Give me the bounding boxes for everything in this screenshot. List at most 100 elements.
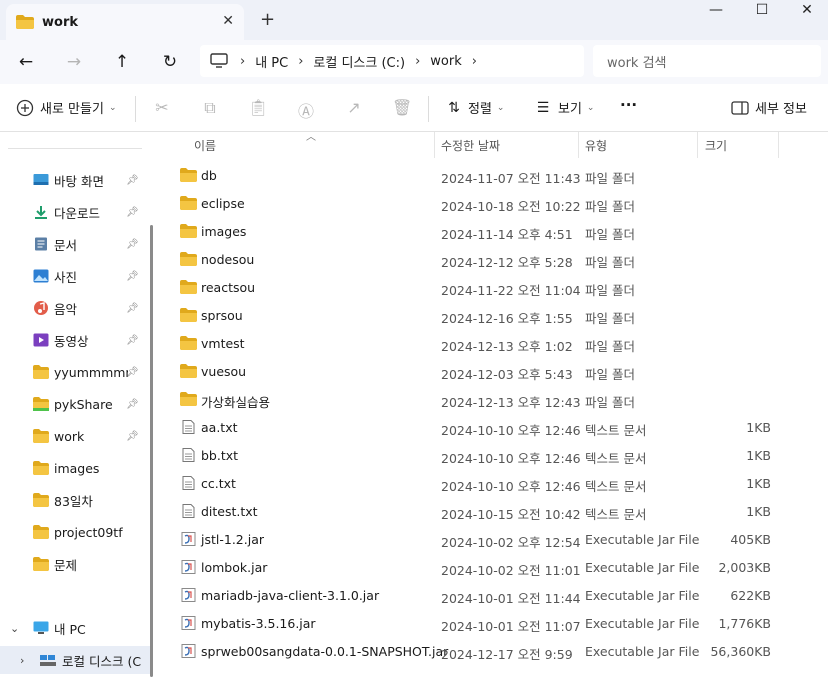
refresh-button[interactable]: ↻ [155, 49, 185, 75]
column-header-row: ︿ 이름 수정한 날짜 유형 크기 [160, 132, 828, 160]
file-row[interactable]: reactsou 2024-11-22 오전 11:04 파일 폴더 [160, 273, 828, 301]
pin-icon[interactable]: 📌︎ [126, 303, 139, 314]
paste-button[interactable]: 📋︎ [248, 98, 268, 117]
file-list: ︿ 이름 수정한 날짜 유형 크기 db 2024-11-07 오전 11:43 파… [160, 132, 828, 677]
address-bar[interactable]: › 내 PC › 로컬 디스크 (C:) › work › [200, 45, 584, 77]
sort-label: 정렬 [468, 102, 492, 117]
column-header-date[interactable]: 수정한 날짜 [441, 137, 500, 154]
close-window-button[interactable]: ✕ [784, 2, 828, 18]
file-row[interactable]: vmtest 2024-12-13 오후 1:02 파일 폴더 [160, 329, 828, 357]
pin-icon[interactable]: 📌︎ [126, 335, 139, 346]
tab-work[interactable]: work ✕ [6, 4, 244, 40]
new-button[interactable]: 새로 만들기 ⌄ [16, 98, 116, 117]
sidebar-item[interactable]: work 📌︎ [0, 422, 150, 450]
file-row[interactable]: db 2024-11-07 오전 11:43 파일 폴더 [160, 161, 828, 189]
details-pane-button[interactable]: 세부 정보 [731, 98, 807, 117]
file-row[interactable]: images 2024-11-14 오후 4:51 파일 폴더 [160, 217, 828, 245]
file-type: 파일 폴더 [585, 283, 635, 298]
column-header-size[interactable]: 크기 [705, 137, 727, 154]
sidebar-item[interactable]: project09tf [0, 518, 150, 546]
sidebar-item[interactable]: 다운로드 📌︎ [0, 198, 150, 226]
sidebar-item[interactable]: yyummmmmm📌︎ [0, 358, 150, 386]
column-divider[interactable] [778, 132, 779, 158]
sidebar-item[interactable]: 바탕 화면 📌︎ [0, 166, 150, 194]
maximize-button[interactable]: ☐ [739, 2, 785, 18]
clipboard-icon: 📋︎ [248, 98, 269, 117]
drive-icon [40, 655, 56, 666]
sidebar-item[interactable]: 83일차 [0, 486, 150, 514]
file-row[interactable]: aa.txt 2024-10-10 오후 12:46 텍스트 문서 1KB [160, 413, 828, 441]
sidebar-scrollbar[interactable] [150, 225, 153, 677]
sidebar-item[interactable]: 문제 [0, 550, 150, 578]
file-name: sprweb00sangdata-0.0.1-SNAPSHOT.jar [201, 644, 449, 659]
tab-close-icon[interactable]: ✕ [222, 13, 234, 29]
column-header-type[interactable]: 유형 [585, 137, 607, 154]
text-file-icon [182, 476, 195, 490]
file-row[interactable]: sprsou 2024-12-16 오후 1:55 파일 폴더 [160, 301, 828, 329]
sidebar-item[interactable]: 문서 📌︎ [0, 230, 150, 258]
back-button[interactable]: ← [11, 49, 41, 75]
file-row[interactable]: 가상화실습용 2024-12-13 오후 12:43 파일 폴더 [160, 385, 828, 413]
view-button[interactable]: ☰ 보기 ⌄ [533, 98, 595, 118]
file-date: 2024-10-10 오후 12:46 [441, 479, 581, 494]
pin-icon[interactable]: 📌︎ [126, 207, 139, 218]
sidebar-item[interactable]: 동영상 📌︎ [0, 326, 150, 354]
sidebar-item[interactable]: 음악 📌︎ [0, 294, 150, 322]
file-date: 2024-11-22 오전 11:04 [441, 283, 581, 298]
file-name: cc.txt [201, 476, 236, 491]
file-size: 1KB [746, 504, 771, 519]
rename-button[interactable]: Ⓐ [296, 98, 316, 122]
sidebar-item[interactable]: images [0, 454, 150, 482]
delete-button[interactable]: 🗑︎ [392, 98, 412, 117]
sidebar-item[interactable]: 사진 📌︎ [0, 262, 150, 290]
column-divider[interactable] [697, 132, 698, 158]
up-button[interactable]: ↑ [107, 49, 137, 75]
sort-button[interactable]: ⇅ 정렬 ⌄ [444, 98, 504, 118]
file-size: 2,003KB [718, 560, 771, 575]
folder-icon [180, 168, 197, 182]
file-row[interactable]: sprweb00sangdata-0.0.1-SNAPSHOT.jar 2024-… [160, 637, 828, 665]
chevron-down-icon: ⌄ [586, 102, 595, 113]
sidebar-item-label: 다운로드 [54, 205, 101, 221]
chevron-down-icon[interactable]: ⌄ [10, 622, 19, 635]
file-row[interactable]: ditest.txt 2024-10-15 오전 10:42 텍스트 문서 1KB [160, 497, 828, 525]
sidebar-item-local-disk[interactable]: › 로컬 디스크 (C:) [0, 646, 150, 674]
file-row[interactable]: nodesou 2024-12-12 오후 5:28 파일 폴더 [160, 245, 828, 273]
breadcrumb-work[interactable]: work [430, 54, 461, 69]
pin-icon[interactable]: 📌︎ [126, 239, 139, 250]
jar-file-icon [181, 532, 196, 546]
chevron-right-icon[interactable]: › [472, 54, 477, 69]
forward-button[interactable]: → [59, 49, 89, 75]
file-row[interactable]: mybatis-3.5.16.jar 2024-10-01 오전 11:07 Exe… [160, 609, 828, 637]
pin-icon[interactable]: 📌︎ [126, 175, 139, 186]
copy-button[interactable]: ⧉ [200, 98, 220, 118]
file-row[interactable]: eclipse 2024-10-18 오전 10:22 파일 폴더 [160, 189, 828, 217]
new-tab-button[interactable]: + [260, 9, 275, 30]
column-divider[interactable] [578, 132, 579, 158]
more-options-button[interactable]: ··· [620, 96, 637, 114]
sidebar-item-this-pc[interactable]: ⌄ 내 PC [0, 614, 150, 642]
file-row[interactable]: cc.txt 2024-10-10 오후 12:46 텍스트 문서 1KB [160, 469, 828, 497]
file-size: 1KB [746, 420, 771, 435]
file-row[interactable]: vuesou 2024-12-03 오후 5:43 파일 폴더 [160, 357, 828, 385]
file-row[interactable]: lombok.jar 2024-10-02 오전 11:01 Executable … [160, 553, 828, 581]
minimize-button[interactable]: — [693, 2, 739, 18]
breadcrumb-this-pc[interactable]: 내 PC [255, 52, 288, 71]
file-row[interactable]: bb.txt 2024-10-10 오후 12:46 텍스트 문서 1KB [160, 441, 828, 469]
pin-icon[interactable]: 📌︎ [126, 367, 139, 378]
pin-icon[interactable]: 📌︎ [126, 431, 139, 442]
file-name: mybatis-3.5.16.jar [201, 616, 316, 631]
sidebar-item[interactable]: pykShare 📌︎ [0, 390, 150, 418]
breadcrumb-local-disk[interactable]: 로컬 디스크 (C:) [313, 52, 405, 71]
column-divider[interactable] [434, 132, 435, 158]
pin-icon[interactable]: 📌︎ [126, 271, 139, 282]
search-input[interactable]: work 검색 [593, 45, 821, 77]
file-row[interactable]: jstl-1.2.jar 2024-10-02 오후 12:54 Executabl… [160, 525, 828, 553]
folder-icon [180, 308, 197, 322]
pin-icon[interactable]: 📌︎ [126, 399, 139, 410]
chevron-right-icon[interactable]: › [20, 654, 24, 667]
cut-button[interactable]: ✂ [152, 98, 172, 117]
share-button[interactable]: ↗ [344, 98, 364, 117]
file-row[interactable]: mariadb-java-client-3.1.0.jar 2024-10-01 … [160, 581, 828, 609]
column-header-name[interactable]: 이름 [194, 137, 216, 154]
